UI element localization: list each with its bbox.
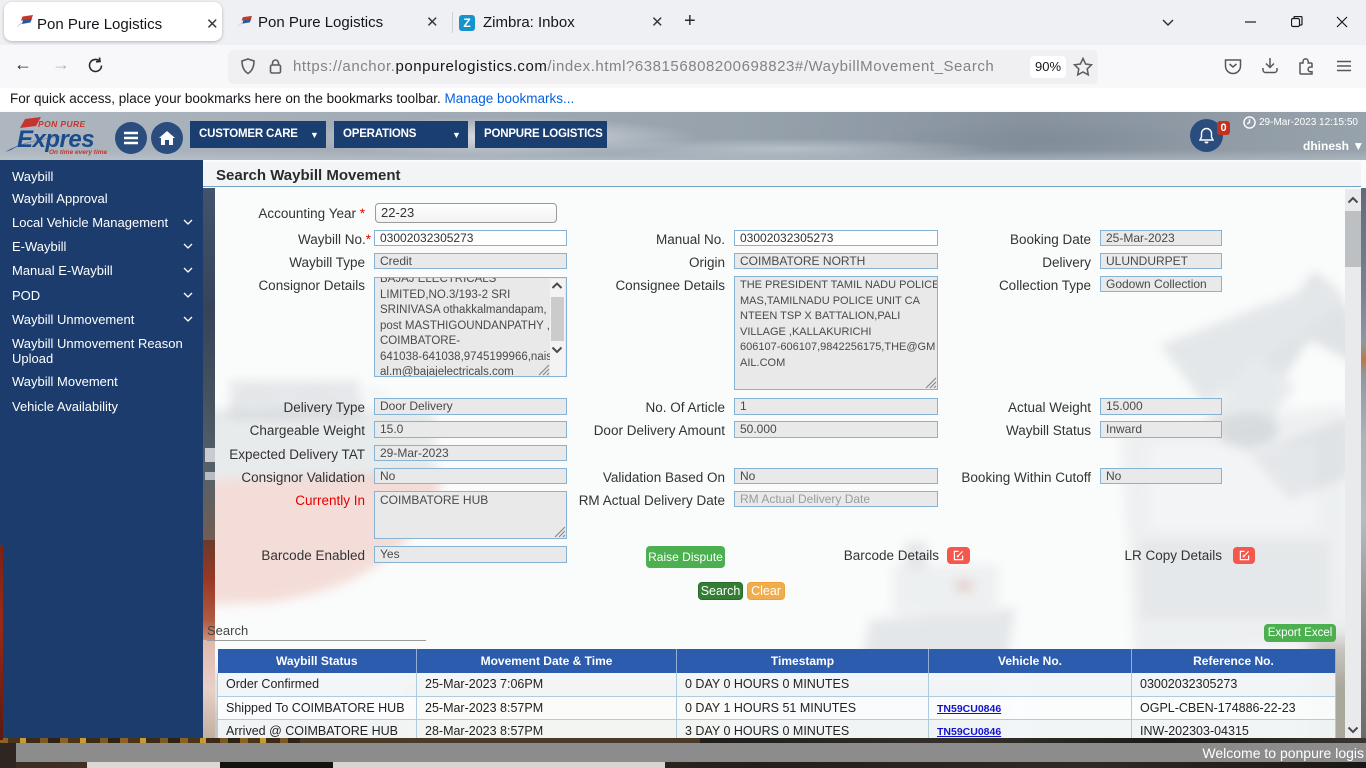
svg-text:On time every time: On time every time	[49, 149, 108, 156]
